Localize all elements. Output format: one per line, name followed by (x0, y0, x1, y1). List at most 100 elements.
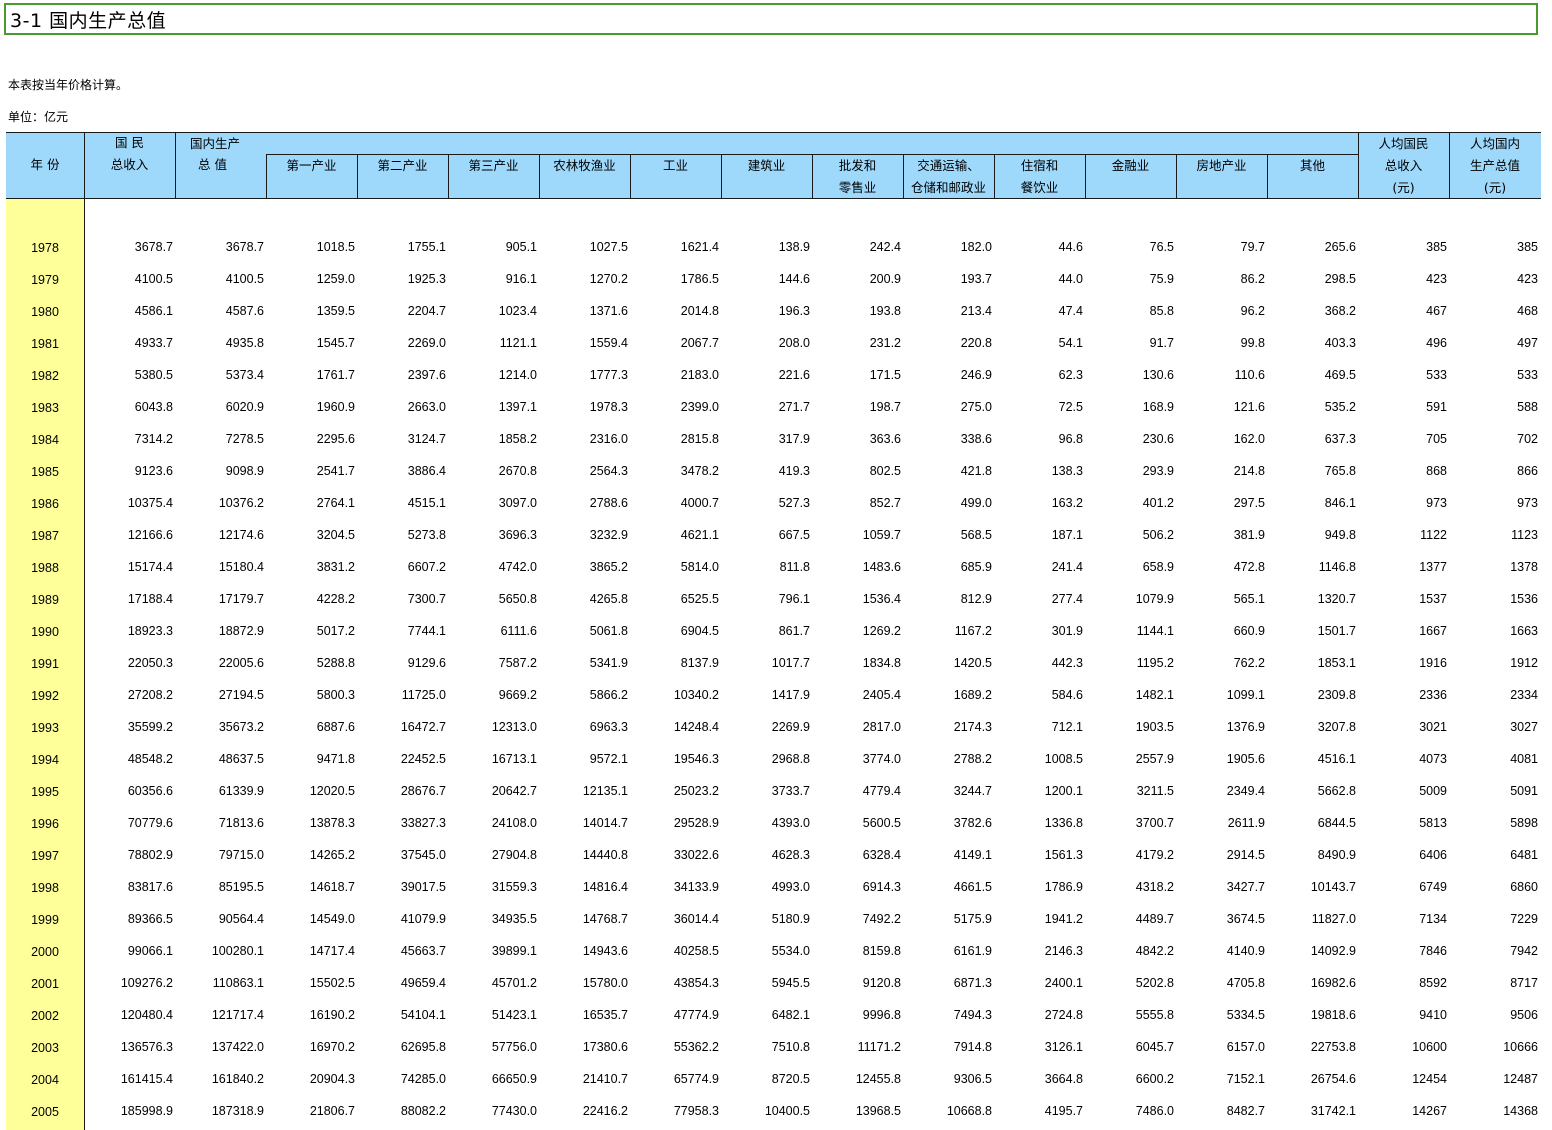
value-cell[interactable]: 5600.5 (815, 815, 901, 831)
value-cell[interactable]: 3427.7 (1179, 879, 1265, 895)
value-cell[interactable]: 144.6 (724, 271, 810, 287)
value-cell[interactable]: 55362.2 (633, 1039, 719, 1055)
value-cell[interactable]: 16190.2 (269, 1007, 355, 1023)
value-cell[interactable]: 14092.9 (1270, 943, 1356, 959)
value-cell[interactable]: 18923.3 (87, 623, 173, 639)
value-cell[interactable]: 2336 (1361, 687, 1447, 703)
value-cell[interactable]: 110863.1 (178, 975, 264, 991)
header-secondary[interactable]: 第二产业 (357, 155, 448, 177)
value-cell[interactable]: 14717.4 (269, 943, 355, 959)
value-cell[interactable]: 4933.7 (87, 335, 173, 351)
value-cell[interactable]: 5650.8 (451, 591, 537, 607)
value-cell[interactable]: 22452.5 (360, 751, 446, 767)
value-cell[interactable]: 185998.9 (87, 1103, 173, 1119)
value-cell[interactable]: 3027 (1452, 719, 1538, 735)
year-cell[interactable]: 1979 (6, 272, 84, 288)
value-cell[interactable]: 1903.5 (1088, 719, 1174, 735)
value-cell[interactable]: 1027.5 (542, 239, 628, 255)
value-cell[interactable]: 6111.6 (451, 623, 537, 639)
value-cell[interactable]: 368.2 (1270, 303, 1356, 319)
value-cell[interactable]: 14267 (1361, 1103, 1447, 1119)
value-cell[interactable]: 4779.4 (815, 783, 901, 799)
value-cell[interactable]: 6157.0 (1179, 1039, 1265, 1055)
value-cell[interactable]: 2564.3 (542, 463, 628, 479)
value-cell[interactable]: 2557.9 (1088, 751, 1174, 767)
value-cell[interactable]: 1018.5 (269, 239, 355, 255)
value-cell[interactable]: 16982.6 (1270, 975, 1356, 991)
value-cell[interactable]: 10600 (1361, 1039, 1447, 1055)
value-cell[interactable]: 71813.6 (178, 815, 264, 831)
value-cell[interactable]: 1786.9 (997, 879, 1083, 895)
value-cell[interactable]: 2269.9 (724, 719, 810, 735)
value-cell[interactable]: 2334 (1452, 687, 1538, 703)
value-cell[interactable]: 45701.2 (451, 975, 537, 991)
value-cell[interactable]: 41079.9 (360, 911, 446, 927)
value-cell[interactable]: 4073 (1361, 751, 1447, 767)
value-cell[interactable]: 1483.6 (815, 559, 901, 575)
value-cell[interactable]: 1420.5 (906, 655, 992, 671)
value-cell[interactable]: 19818.6 (1270, 1007, 1356, 1023)
value-cell[interactable]: 77430.0 (451, 1103, 537, 1119)
value-cell[interactable]: 14768.7 (542, 911, 628, 927)
value-cell[interactable]: 9410 (1361, 1007, 1447, 1023)
year-cell[interactable]: 2003 (6, 1040, 84, 1056)
value-cell[interactable]: 20904.3 (269, 1071, 355, 1087)
value-cell[interactable]: 1167.2 (906, 623, 992, 639)
value-cell[interactable]: 14368 (1452, 1103, 1538, 1119)
value-cell[interactable]: 85195.5 (178, 879, 264, 895)
value-cell[interactable]: 22416.2 (542, 1103, 628, 1119)
value-cell[interactable]: 8592 (1361, 975, 1447, 991)
value-cell[interactable]: 2295.6 (269, 431, 355, 447)
value-cell[interactable]: 10376.2 (178, 495, 264, 511)
value-cell[interactable]: 1123 (1452, 527, 1538, 543)
value-cell[interactable]: 43854.3 (633, 975, 719, 991)
value-cell[interactable]: 1916 (1361, 655, 1447, 671)
value-cell[interactable]: 403.3 (1270, 335, 1356, 351)
value-cell[interactable]: 3774.0 (815, 751, 901, 767)
value-cell[interactable]: 5813 (1361, 815, 1447, 831)
value-cell[interactable]: 14265.2 (269, 847, 355, 863)
year-cell[interactable]: 1981 (6, 336, 84, 352)
value-cell[interactable]: 27208.2 (87, 687, 173, 703)
value-cell[interactable]: 497 (1452, 335, 1538, 351)
value-cell[interactable]: 6043.8 (87, 399, 173, 415)
value-cell[interactable]: 61339.9 (178, 783, 264, 799)
value-cell[interactable]: 40258.5 (633, 943, 719, 959)
value-cell[interactable]: 1259.0 (269, 271, 355, 287)
value-cell[interactable]: 1536.4 (815, 591, 901, 607)
value-cell[interactable]: 54104.1 (360, 1007, 446, 1023)
value-cell[interactable]: 1200.1 (997, 783, 1083, 799)
value-cell[interactable]: 317.9 (724, 431, 810, 447)
value-cell[interactable]: 208.0 (724, 335, 810, 351)
value-cell[interactable]: 8717 (1452, 975, 1538, 991)
value-cell[interactable]: 28676.7 (360, 783, 446, 799)
value-cell[interactable]: 401.2 (1088, 495, 1174, 511)
value-cell[interactable]: 2670.8 (451, 463, 537, 479)
value-cell[interactable]: 9996.8 (815, 1007, 901, 1023)
value-cell[interactable]: 60356.6 (87, 783, 173, 799)
value-cell[interactable]: 2724.8 (997, 1007, 1083, 1023)
header-primary[interactable]: 第一产业 (266, 155, 357, 177)
value-cell[interactable]: 14014.7 (542, 815, 628, 831)
value-cell[interactable]: 12455.8 (815, 1071, 901, 1087)
value-cell[interactable]: 2764.1 (269, 495, 355, 511)
header-gni-line1[interactable]: 国 民 (84, 132, 175, 154)
value-cell[interactable]: 5534.0 (724, 943, 810, 959)
year-cell[interactable]: 1984 (6, 432, 84, 448)
value-cell[interactable]: 499.0 (906, 495, 992, 511)
value-cell[interactable]: 1941.2 (997, 911, 1083, 927)
value-cell[interactable]: 3831.2 (269, 559, 355, 575)
value-cell[interactable]: 17188.4 (87, 591, 173, 607)
value-cell[interactable]: 3782.6 (906, 815, 992, 831)
year-cell[interactable]: 1998 (6, 880, 84, 896)
value-cell[interactable]: 20642.7 (451, 783, 537, 799)
year-cell[interactable]: 1993 (6, 720, 84, 736)
value-cell[interactable]: 1621.4 (633, 239, 719, 255)
value-cell[interactable]: 18872.9 (178, 623, 264, 639)
value-cell[interactable]: 246.9 (906, 367, 992, 383)
value-cell[interactable]: 138.3 (997, 463, 1083, 479)
value-cell[interactable]: 496 (1361, 335, 1447, 351)
value-cell[interactable]: 591 (1361, 399, 1447, 415)
value-cell[interactable]: 1667 (1361, 623, 1447, 639)
value-cell[interactable]: 6406 (1361, 847, 1447, 863)
